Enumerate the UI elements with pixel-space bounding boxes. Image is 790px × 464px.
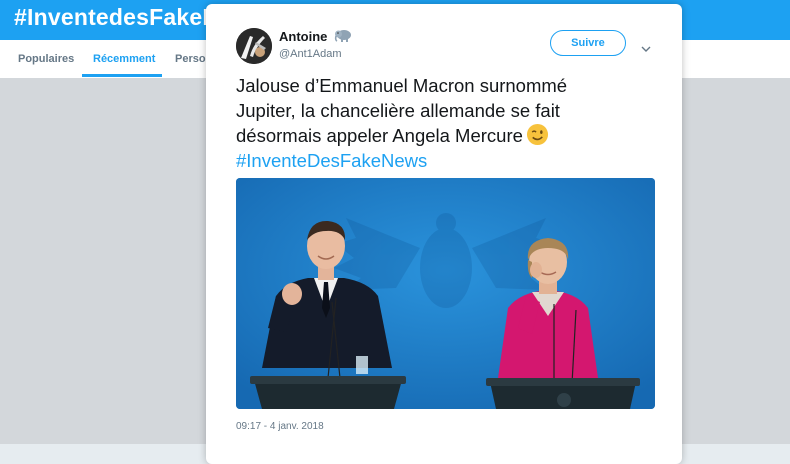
avatar-image: [236, 28, 272, 64]
press-conference-photo: [236, 178, 655, 409]
tweet-text-line: Jupiter, la chancelière allemande se fai…: [236, 99, 560, 121]
elephant-emoji-icon: [334, 28, 352, 42]
tweet-text: Jalouse d’Emmanuel Macron surnommé Jupit…: [236, 74, 646, 173]
tweet-timestamp[interactable]: 09:17 - 4 janv. 2018: [236, 421, 324, 432]
avatar[interactable]: [236, 28, 272, 64]
tweet-photo[interactable]: [236, 178, 655, 409]
user-handle[interactable]: @Ant1Adam: [279, 48, 342, 60]
tweet-text-line: désormais appeler Angela Mercure: [236, 123, 646, 149]
follow-button[interactable]: Suivre: [550, 30, 626, 56]
tweet-modal: Antoine @Ant1Adam Suivre Jalouse d’Emman…: [206, 4, 682, 464]
user-name[interactable]: Antoine: [279, 29, 327, 44]
tab-populaires[interactable]: Populaires: [18, 53, 74, 65]
tweet-text-line: Jalouse d’Emmanuel Macron surnommé: [236, 75, 568, 96]
tweet-text-line-content: désormais appeler Angela Mercure: [236, 125, 523, 146]
tab-personnes[interactable]: Perso: [175, 53, 206, 65]
winking-face-emoji-icon: [526, 123, 549, 146]
hashtag-link[interactable]: #InventeDesFakeNews: [236, 149, 646, 174]
chevron-down-icon[interactable]: [641, 40, 651, 52]
tab-recemment[interactable]: Récemment: [93, 53, 155, 65]
active-tab-indicator: [82, 74, 162, 77]
